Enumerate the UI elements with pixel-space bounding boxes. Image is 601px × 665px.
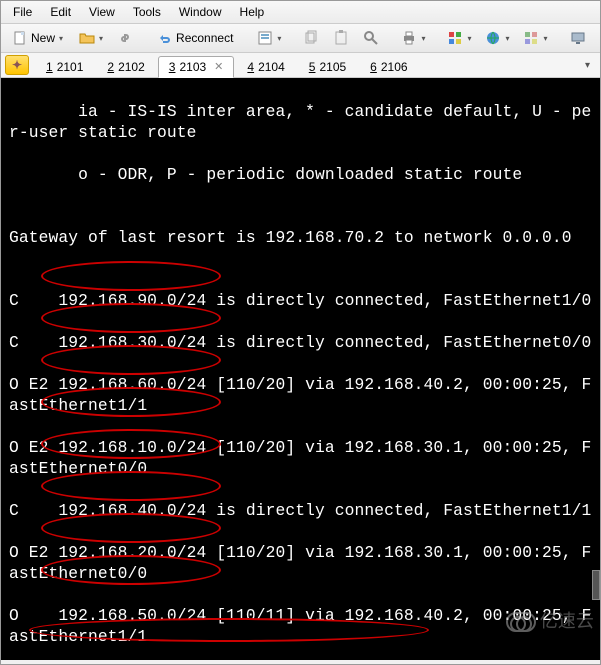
tab-2101[interactable]: 1 2101	[35, 56, 94, 77]
chevron-down-icon: ▾	[59, 34, 63, 43]
options-button[interactable]: ▾	[442, 27, 476, 49]
menu-window[interactable]: Window	[171, 3, 230, 21]
properties-icon	[257, 30, 273, 46]
find-button[interactable]	[358, 27, 384, 49]
tab-2102[interactable]: 2 2102	[96, 56, 155, 77]
tools-button[interactable]: ▾	[518, 27, 552, 49]
tab-menu-button[interactable]: ▾	[579, 58, 596, 73]
tab-label: 2102	[118, 60, 145, 74]
paste-button[interactable]	[328, 27, 354, 49]
terminal[interactable]: ia - IS-IS inter area, * - candidate def…	[1, 78, 600, 660]
menu-help[interactable]: Help	[232, 3, 273, 21]
tabbar: ✦ 1 2101 2 2102 3 2103 ✕ 4 2104 5 2105 6…	[1, 53, 600, 78]
new-button[interactable]: New ▾	[5, 27, 70, 49]
copy-icon	[303, 30, 319, 46]
chevron-down-icon: ▾	[277, 34, 281, 43]
menu-file[interactable]: File	[5, 3, 40, 21]
tab-2103[interactable]: 3 2103 ✕	[158, 56, 235, 78]
terminal-line: O 192.168.50.0/24 [110/11] via 192.168.4…	[9, 605, 596, 647]
menu-tools[interactable]: Tools	[125, 3, 169, 21]
terminal-line: ia - IS-IS inter area, * - candidate def…	[9, 101, 596, 143]
network-button[interactable]: ▾	[480, 27, 514, 49]
menu-edit[interactable]: Edit	[42, 3, 79, 21]
annotation-ellipse	[41, 261, 221, 291]
tab-label: 2103	[179, 60, 206, 74]
new-tab-button[interactable]: ✦	[5, 55, 29, 75]
search-icon	[363, 30, 379, 46]
tab-accel: 1	[46, 60, 53, 74]
tab-label: 2105	[319, 60, 346, 74]
terminal-line: Gateway of last resort is 192.168.70.2 t…	[9, 227, 596, 248]
print-icon	[401, 30, 417, 46]
terminal-line: O E2 192.168.10.0/24 [110/20] via 192.16…	[9, 437, 596, 479]
print-button[interactable]: ▾	[396, 27, 430, 49]
scrollbar-grip[interactable]	[592, 570, 600, 600]
tab-accel: 5	[309, 60, 316, 74]
reconnect-icon	[157, 30, 173, 46]
tab-accel: 6	[370, 60, 377, 74]
tab-accel: 3	[169, 60, 176, 74]
terminal-line: o - ODR, P - periodic downloaded static …	[9, 164, 596, 185]
chevron-down-icon: ▾	[505, 34, 509, 43]
tab-2104[interactable]: 4 2104	[236, 56, 295, 77]
tab-label: 2106	[381, 60, 408, 74]
chevron-down-icon: ▾	[543, 34, 547, 43]
menu-view[interactable]: View	[81, 3, 123, 21]
tab-accel: 2	[107, 60, 114, 74]
properties-button[interactable]: ▾	[252, 27, 286, 49]
toolbar: New ▾ ▾ Reconnect ▾	[1, 24, 600, 53]
menubar: File Edit View Tools Window Help	[1, 1, 600, 24]
tab-label: 2104	[258, 60, 285, 74]
new-label: New	[31, 31, 55, 45]
reconnect-label: Reconnect	[176, 31, 233, 45]
globe-icon	[485, 30, 501, 46]
close-icon[interactable]: ✕	[214, 60, 223, 73]
new-icon	[12, 30, 28, 46]
terminal-line: C 192.168.40.0/24 is directly connected,…	[9, 500, 596, 521]
tab-2105[interactable]: 5 2105	[298, 56, 357, 77]
chevron-down-icon: ▾	[467, 34, 471, 43]
terminal-line: O E2 192.168.20.0/24 [110/20] via 192.16…	[9, 542, 596, 584]
tab-2106[interactable]: 6 2106	[359, 56, 418, 77]
paste-icon	[333, 30, 349, 46]
terminal-line: C 192.168.30.0/24 is directly connected,…	[9, 332, 596, 353]
tab-accel: 4	[247, 60, 254, 74]
color-grid-icon	[447, 30, 463, 46]
terminal-line: C 192.168.90.0/24 is directly connected,…	[9, 290, 596, 311]
tools-icon	[523, 30, 539, 46]
chevron-down-icon: ▾	[99, 34, 103, 43]
terminal-line: O E2 192.168.60.0/24 [110/20] via 192.16…	[9, 374, 596, 416]
chevron-down-icon: ▾	[421, 34, 425, 43]
link-icon	[117, 30, 133, 46]
lock-button[interactable]: ▾	[595, 27, 601, 49]
reconnect-button[interactable]: Reconnect	[150, 27, 240, 49]
open-button[interactable]: ▾	[74, 27, 108, 49]
view-button[interactable]	[565, 27, 591, 49]
tab-label: 2101	[57, 60, 84, 74]
copy-button[interactable]	[298, 27, 324, 49]
link-button[interactable]	[112, 27, 138, 49]
monitor-icon	[570, 30, 586, 46]
folder-open-icon	[79, 30, 95, 46]
